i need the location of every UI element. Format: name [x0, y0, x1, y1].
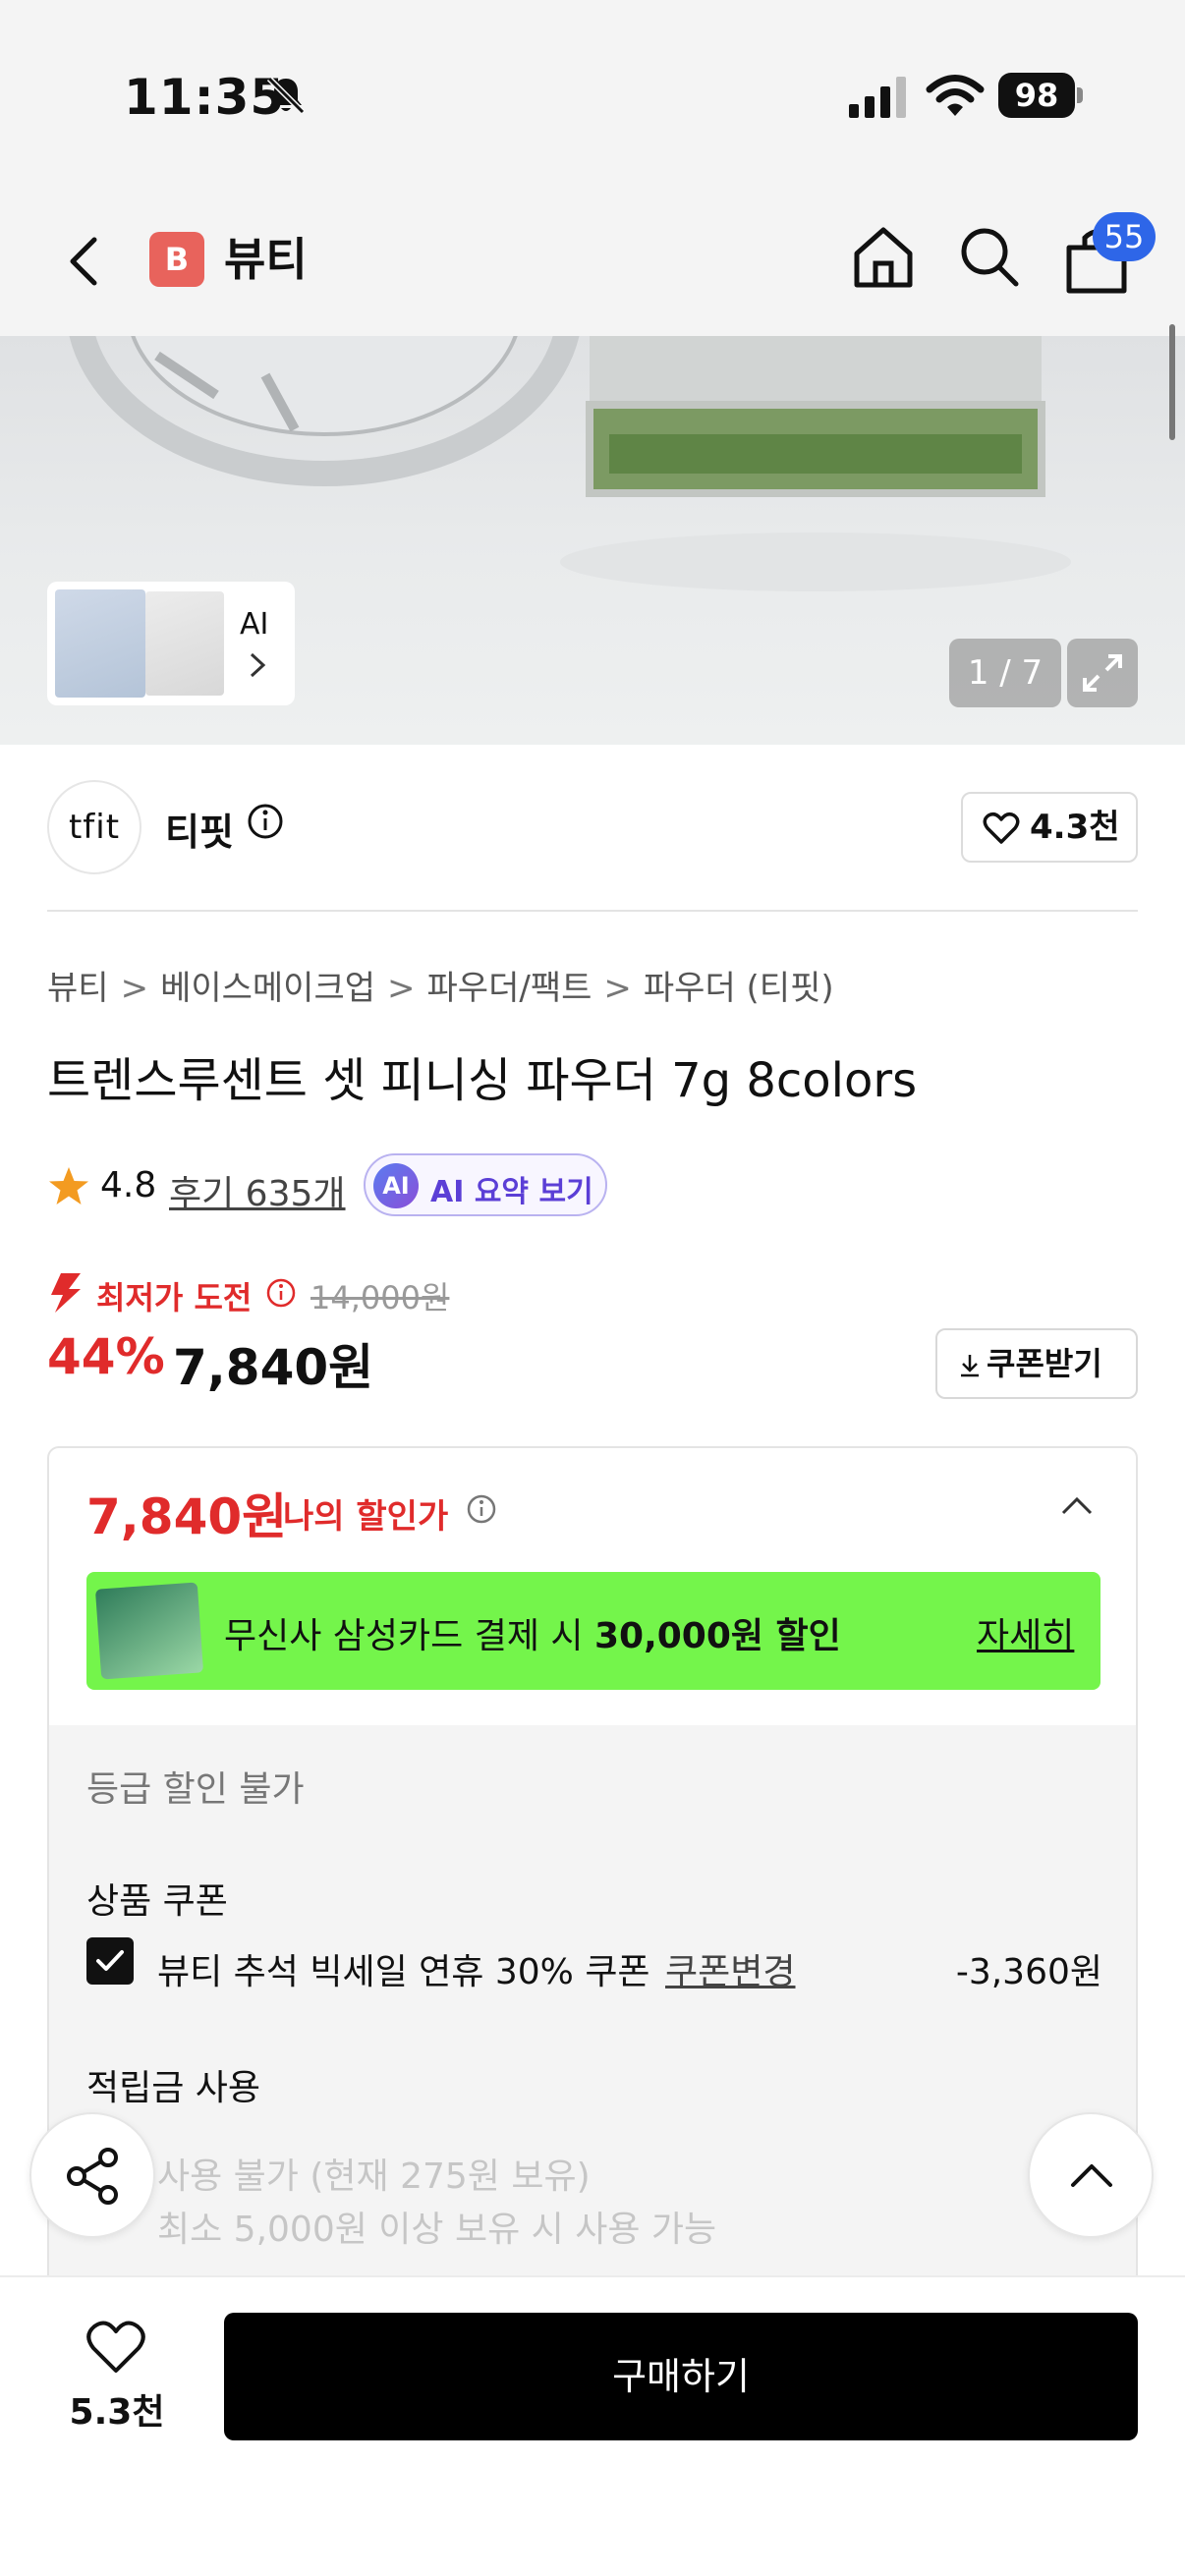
status-bar: 11:35 98: [0, 0, 1185, 187]
category-title[interactable]: 뷰티: [224, 230, 308, 289]
lightning-icon: [51, 1273, 81, 1313]
thumbnail-image: [145, 591, 224, 696]
grade-discount-note: 등급 할인 불가: [86, 1769, 305, 1810]
breadcrumb-item[interactable]: 베이스메이크업: [160, 969, 375, 1008]
ai-summary-label: AI 요약 보기: [430, 1175, 593, 1209]
lowest-price-label: 최저가 도전: [96, 1279, 253, 1316]
info-icon[interactable]: [246, 802, 285, 841]
seller-name[interactable]: 티핏: [165, 802, 234, 856]
brand-like-button[interactable]: 4.3천: [961, 792, 1138, 863]
breadcrumb-separator: >: [603, 969, 632, 1008]
seller-logo[interactable]: tfit: [47, 780, 141, 874]
points-unavailable-note: 사용 불가 (현재 275원 보유): [157, 2156, 591, 2197]
wifi-icon: [926, 75, 985, 116]
card-promo-detail-link[interactable]: 자세히: [977, 1607, 1074, 1658]
card-promo-image: [94, 1582, 204, 1680]
lowest-price-row: 최저가 도전 14,000원: [47, 1271, 637, 1316]
battery-indicator: 98: [998, 73, 1083, 118]
seller-row: tfit 티핏 4.3천: [47, 780, 1138, 874]
my-discount-price: 7,840원: [86, 1488, 288, 1545]
coupon-checkbox[interactable]: [86, 1937, 134, 1985]
chevron-up-icon[interactable]: [1057, 1491, 1097, 1521]
review-count-link[interactable]: 후기 635개: [169, 1165, 346, 1216]
cellular-signal-icon: [849, 77, 906, 118]
coupon-section-title: 상품 쿠폰: [86, 1881, 228, 1922]
breadcrumb-separator: >: [120, 969, 149, 1008]
share-icon: [67, 2148, 118, 2205]
breadcrumb: 뷰티 > 베이스메이크업 > 파우더/팩트 > 파우더 (티핏): [47, 961, 840, 1009]
original-price: 14,000원: [310, 1279, 450, 1316]
breadcrumb-item[interactable]: 파우더 (티핏): [644, 969, 834, 1008]
download-icon: [961, 1355, 979, 1377]
points-minimum-note: 최소 5,000원 이상 보유 시 사용 가능: [157, 2210, 717, 2250]
chevron-right-icon: [250, 652, 266, 678]
scroll-to-top-button[interactable]: [1028, 2112, 1154, 2238]
price-row: 44% 7,840원 쿠폰받기: [47, 1328, 1138, 1399]
coupon-amount: -3,360원: [955, 1952, 1102, 1992]
buy-button[interactable]: 구매하기: [224, 2313, 1138, 2440]
share-button[interactable]: [29, 2112, 155, 2238]
back-arrow-icon[interactable]: [55, 230, 114, 293]
discount-rate: 44%: [47, 1328, 165, 1385]
image-counter: 1 / 7: [949, 639, 1061, 707]
bell-muted-icon: [266, 76, 306, 115]
scroll-indicator: [1169, 324, 1175, 440]
top-navigation-bar: B 뷰티 55: [0, 187, 1185, 336]
change-coupon-link[interactable]: 쿠폰변경: [665, 1952, 795, 1992]
ai-summary-button[interactable]: AI AI 요약 보기: [364, 1153, 607, 1216]
info-icon[interactable]: [265, 1277, 297, 1309]
status-time: 11:35: [124, 69, 286, 126]
my-discount-label: 나의 할인가: [283, 1497, 449, 1537]
card-promo-amount: 30,000원 할인: [593, 1616, 841, 1656]
card-promo-banner[interactable]: 무신사 삼성카드 결제 시 30,000원 할인 자세히: [86, 1572, 1100, 1690]
breadcrumb-item[interactable]: 뷰티: [47, 969, 109, 1008]
thumbnail-image: [55, 589, 145, 698]
sale-price: 7,840원: [173, 1339, 374, 1396]
rating-row: 4.8 후기 635개 AI AI 요약 보기: [47, 1153, 1030, 1220]
product-image-gallery[interactable]: AI 1 / 7: [0, 336, 1185, 745]
get-coupon-button[interactable]: 쿠폰받기: [935, 1328, 1138, 1399]
cart-count-badge: 55: [1093, 212, 1156, 261]
brand-badge-logo[interactable]: B: [149, 232, 204, 287]
breadcrumb-item[interactable]: 파우더/팩트: [427, 969, 592, 1008]
bottom-action-bar: 5.3천 구매하기: [0, 2275, 1185, 2576]
heart-icon[interactable]: [85, 2319, 147, 2376]
card-promo-prefix: 무신사 삼성카드 결제 시: [224, 1616, 594, 1656]
star-icon: [49, 1167, 88, 1204]
breadcrumb-separator: >: [387, 969, 416, 1008]
thumbnail-ai-label: AI: [240, 607, 269, 642]
ai-thumbnail-button[interactable]: AI: [47, 582, 295, 705]
ai-badge-icon: AI: [373, 1163, 419, 1208]
card-promo-text: 무신사 삼성카드 결제 시 30,000원 할인: [224, 1607, 841, 1658]
battery-level: 98: [998, 73, 1075, 118]
search-icon[interactable]: [955, 222, 1024, 293]
fullscreen-button[interactable]: [1067, 639, 1138, 707]
expand-icon: [1083, 654, 1122, 692]
battery-cap: [1077, 87, 1083, 103]
checkmark-icon: [96, 1950, 124, 1971]
chevron-up-icon: [1071, 2164, 1112, 2187]
home-icon[interactable]: [849, 222, 918, 293]
rating-score: 4.8: [100, 1165, 157, 1205]
brand-like-count: 4.3천: [1030, 808, 1120, 847]
heart-icon: [983, 812, 1020, 844]
coupon-title: 뷰티 추석 빅세일 연휴 30% 쿠폰: [157, 1952, 650, 1992]
get-coupon-label: 쿠폰받기: [987, 1345, 1102, 1382]
product-like-count: 5.3천: [69, 2392, 165, 2433]
product-title: 트렌스루센트 셋 피니싱 파우더 7g 8colors: [47, 1053, 918, 1108]
info-icon[interactable]: [466, 1493, 497, 1525]
divider: [47, 910, 1138, 912]
coupon-name: 뷰티 추석 빅세일 연휴 30% 쿠폰 쿠폰변경: [157, 1943, 796, 1994]
points-section-title: 적립금 사용: [86, 2068, 261, 2108]
